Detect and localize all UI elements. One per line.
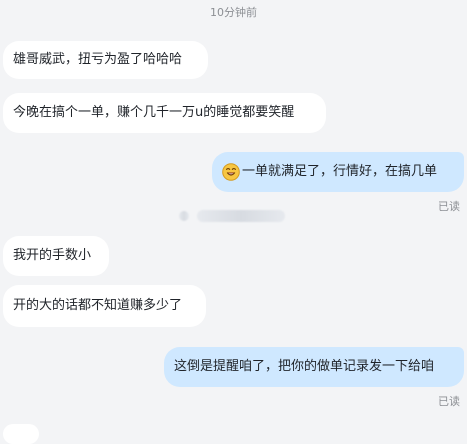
message-text: 一单就满足了，行情好，在搞几单 [242,164,438,179]
incoming-message-bubble[interactable]: 今晚在搞个一单，赚个几千一万u的睡觉都要笑醒 [3,93,326,133]
outgoing-message-bubble[interactable]: 这倒是提醒咱了，把你的做单记录发一下给咱 [164,347,464,387]
read-receipt: 已读 [438,395,460,408]
redacted-system-message [179,208,289,222]
message-text: 我开的手数小 [13,248,92,263]
message-text: 这倒是提醒咱了，把你的做单记录发一下给咱 [174,359,435,374]
incoming-message-bubble[interactable]: 开的大的话都不知道赚多少了 [3,285,206,327]
chat-conversation: 10分钟前 雄哥威武，扭亏为盈了哈哈哈 今晚在搞个一单，赚个几千一万u的睡觉都要… [0,0,467,444]
message-text: 开的大的话都不知道赚多少了 [13,298,183,313]
message-timestamp: 10分钟前 [210,6,257,19]
outgoing-message-bubble[interactable]: 一单就满足了，行情好，在搞几单 [212,152,464,192]
incoming-message-bubble[interactable]: 我开的手数小 [3,236,109,276]
redacted-avatar [179,211,189,221]
incoming-message-bubble[interactable]: 雄哥威武，扭亏为盈了哈哈哈 [3,41,208,79]
smiling-face-icon [222,163,240,181]
message-text: 今晚在搞个一单，赚个几千一万u的睡觉都要笑醒 [13,105,295,120]
incoming-message-bubble-partial[interactable] [3,424,39,444]
message-text: 雄哥威武，扭亏为盈了哈哈哈 [13,52,183,67]
redacted-text [197,210,285,222]
read-receipt: 已读 [438,200,460,213]
